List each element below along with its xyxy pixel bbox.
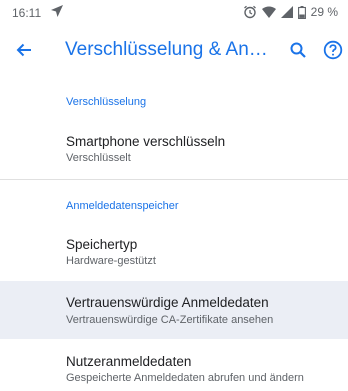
navigation-arrow-icon (50, 4, 64, 18)
battery-percent: 29 % (310, 5, 338, 19)
status-icons: 29 % (243, 4, 338, 20)
arrow-back-icon (16, 43, 31, 57)
pref-title: Vertrauenswürdige Anmeldedaten (66, 295, 269, 310)
back-button[interactable] (4, 30, 44, 70)
section-header-encryption: Verschlüsselung (66, 96, 147, 108)
pref-storage-type[interactable]: Speichertyp Hardware-gestützt (0, 229, 348, 277)
pref-summary: Vertrauenswürdige CA-Zertifikate ansehen (66, 314, 274, 326)
pref-title: Smartphone verschlüsseln (66, 134, 226, 149)
app-bar: Verschlüsselung & Anmeldedaten (0, 26, 348, 74)
pref-encrypt-phone[interactable]: Smartphone verschlüsseln Verschlüsselt (0, 126, 348, 174)
wifi-icon (261, 6, 276, 18)
search-icon (290, 42, 306, 58)
section-header-credential-storage: Anmeldedatenspeicher (66, 200, 179, 212)
status-bar: 16:11 29 % (0, 0, 348, 26)
help-icon (323, 40, 343, 60)
pref-summary: Gespeicherte Anmeldedaten abrufen und än… (66, 372, 304, 384)
alarm-icon (243, 5, 257, 19)
pref-title: Nutzeranmeldedaten (66, 354, 192, 369)
status-time: 16:11 (12, 6, 42, 20)
page-title: Verschlüsselung & Anmeldedaten (65, 39, 270, 60)
search-button[interactable] (278, 30, 318, 70)
pref-summary: Verschlüsselt (66, 152, 131, 164)
pref-title: Speichertyp (66, 237, 138, 252)
pref-trusted-credentials[interactable]: Vertrauenswürdige Anmeldedaten Vertrauen… (0, 281, 348, 339)
section-divider (0, 179, 348, 180)
pref-user-credentials[interactable]: Nutzeranmeldedaten Gespeicherte Anmelded… (0, 343, 348, 391)
battery-icon (297, 5, 306, 19)
help-button[interactable] (313, 30, 348, 70)
signal-icon (280, 6, 293, 18)
pref-summary: Hardware-gestützt (66, 255, 156, 267)
